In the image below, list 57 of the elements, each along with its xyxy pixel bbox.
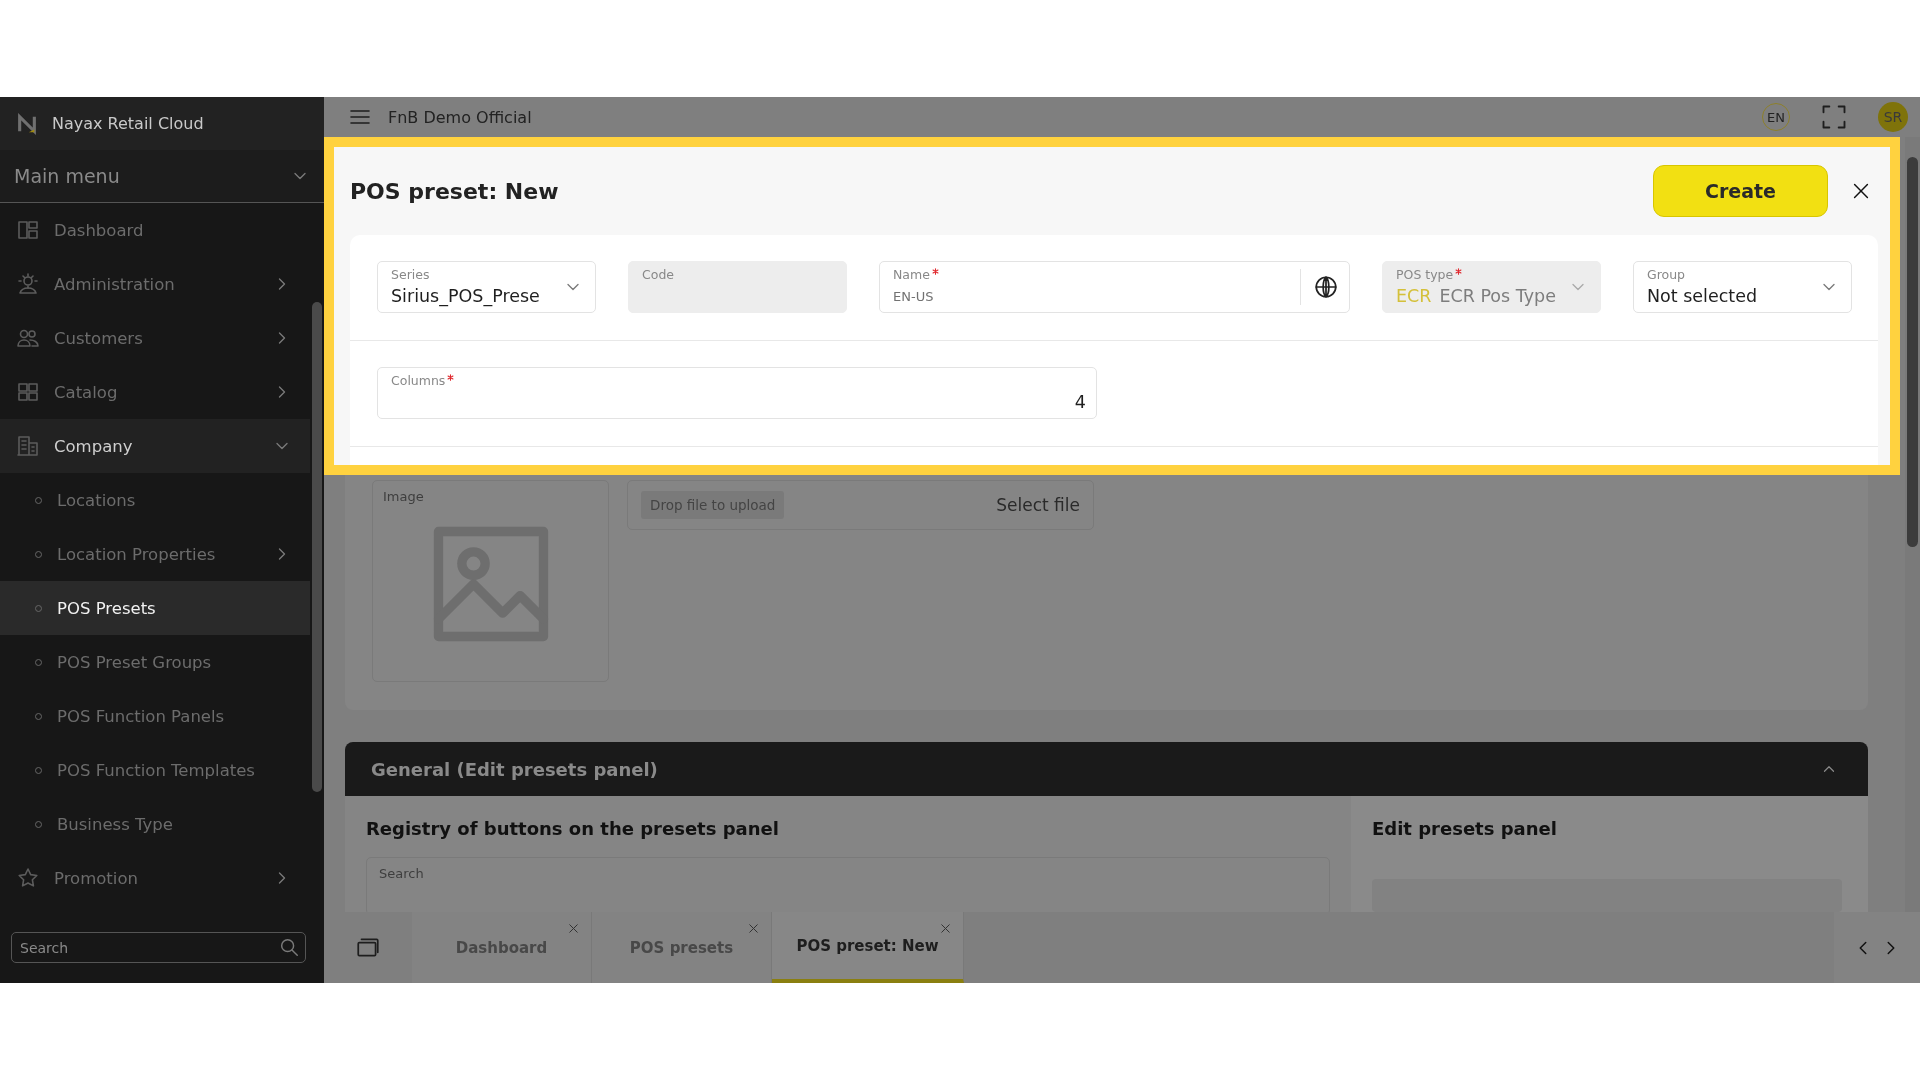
select-file-button[interactable]: Select file [996, 495, 1080, 515]
field-label: Image [383, 489, 424, 504]
menu-item[interactable]: Customers [0, 311, 310, 365]
dropdown[interactable]: Series Sirius_POS_Prese [377, 261, 596, 313]
required-icon [1455, 268, 1463, 275]
field-label: POS type [1396, 267, 1454, 282]
tab[interactable]: POS presets [592, 912, 772, 983]
menu-title: Main menu [14, 165, 121, 187]
menu-item[interactable]: Dashboard [0, 203, 310, 257]
image-field[interactable]: Image [372, 480, 609, 682]
dropdown[interactable]: Group Not selected [1633, 261, 1852, 313]
logo-icon [16, 111, 38, 136]
company-name: FnB Demo Official [388, 107, 532, 127]
scrollbar[interactable] [1905, 137, 1920, 912]
page-title: POS preset: New [350, 178, 559, 204]
subsection-title: Registry of buttons on the presets panel [366, 818, 780, 839]
menu-item[interactable]: Company [0, 419, 310, 473]
menu-item[interactable]: Catalog [0, 365, 310, 419]
menu-item[interactable]: POS Preset Groups [0, 635, 310, 689]
scrollbar[interactable] [312, 302, 322, 792]
building-icon [16, 434, 40, 458]
gear-person-icon [16, 272, 40, 296]
field-label: Columns [391, 373, 446, 388]
star-icon [16, 866, 40, 890]
menu-item[interactable]: Business Type [0, 797, 310, 851]
tab[interactable]: Dashboard [412, 912, 592, 983]
menu-item[interactable]: Locations [0, 473, 310, 527]
app-name: Nayax Retail Cloud [52, 114, 204, 133]
menu-item[interactable]: POS Function Panels [0, 689, 310, 743]
field-label: Code [642, 267, 674, 282]
menu-item[interactable]: POS Function Templates [0, 743, 310, 797]
menu-item[interactable]: Administration [0, 257, 310, 311]
field-label: Name [893, 267, 930, 282]
type-code: ECR [1396, 286, 1432, 306]
menu-item[interactable]: Promotion [0, 851, 310, 905]
tab[interactable]: POS preset: New [772, 912, 964, 983]
input-field[interactable]: Name EN-US [879, 261, 1350, 313]
search-field[interactable]: Search [11, 932, 306, 963]
section-header[interactable]: General (Edit presets panel) [345, 742, 1868, 796]
required-icon [931, 268, 939, 275]
menu-item[interactable]: POS Presets [0, 581, 310, 635]
user-avatar[interactable]: SR [1878, 102, 1908, 132]
grid-icon [16, 380, 40, 404]
menu-header[interactable]: Main menu [0, 150, 324, 203]
text-input[interactable]: EN-US [893, 288, 1290, 304]
globe-icon[interactable] [1313, 274, 1339, 300]
subsection-title: Edit presets panel [1372, 818, 1558, 839]
required-icon [447, 374, 455, 381]
fullscreen-icon[interactable] [1820, 103, 1848, 131]
field-label: Group [1647, 267, 1686, 282]
dashboard-icon [16, 218, 40, 242]
field-label: Series [391, 267, 430, 282]
menu-item[interactable]: Location Properties [0, 527, 310, 581]
input-field[interactable]: Columns 4 [377, 367, 1097, 419]
section-title: General (Edit presets panel) [371, 758, 659, 780]
create-button[interactable]: Create [1653, 165, 1828, 217]
search-icon[interactable] [278, 936, 300, 958]
